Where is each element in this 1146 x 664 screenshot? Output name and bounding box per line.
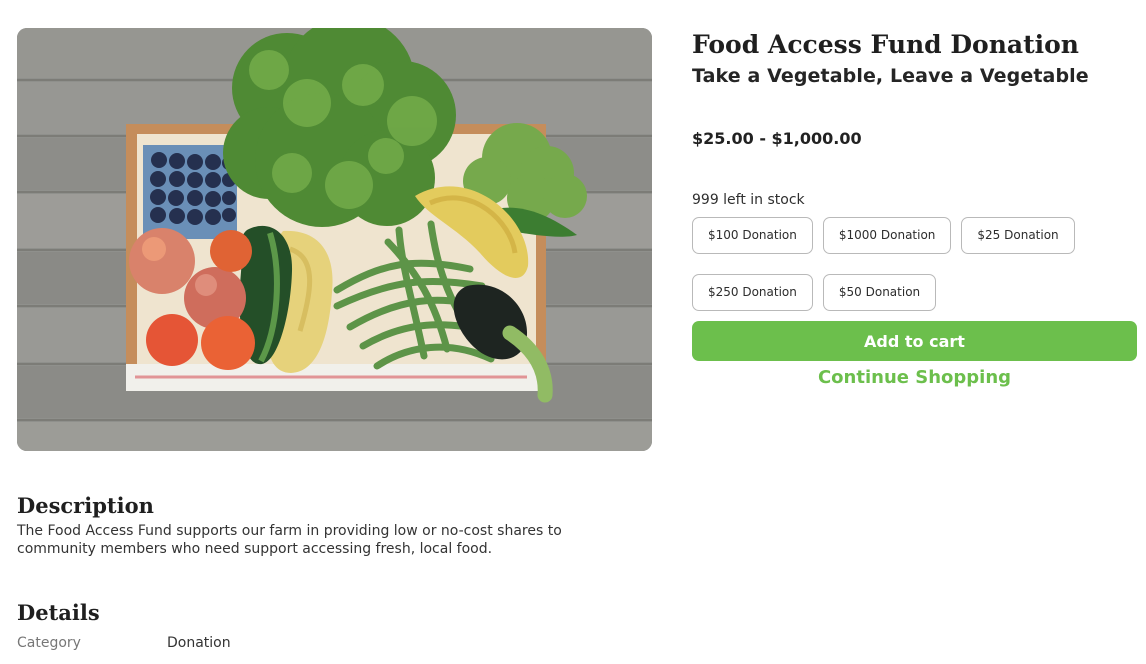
product-details-panel: Food Access Fund Donation Take a Vegetab… (692, 28, 1137, 389)
description-text: The Food Access Fund supports our farm i… (17, 523, 562, 557)
product-page: — — (0, 0, 1146, 664)
product-price-range: $25.00 - $1,000.00 (692, 129, 862, 148)
description-heading: Description (17, 493, 154, 518)
stock-status: 999 left in stock (692, 192, 805, 208)
category-value: Donation (167, 635, 231, 651)
product-subtitle: Take a Vegetable, Leave a Vegetable (692, 65, 1089, 87)
cropped-top-text-fragment: — — (14, 0, 44, 3)
details-heading: Details (17, 600, 100, 625)
add-to-cart-button[interactable]: Add to cart (692, 321, 1137, 361)
donation-option-250[interactable]: $250 Donation (692, 274, 813, 311)
vegetable-box-image (17, 28, 652, 451)
details-section: Details Category Donation (17, 599, 617, 652)
description-section: Description The Food Access Fund support… (17, 492, 617, 558)
donation-option-100[interactable]: $100 Donation (692, 217, 813, 254)
category-detail-row: Category Donation (17, 634, 617, 652)
donation-option-25[interactable]: $25 Donation (961, 217, 1075, 254)
category-label: Category (17, 635, 81, 651)
donation-options: $100 Donation $1000 Donation $25 Donatio… (692, 217, 1137, 311)
product-title: Food Access Fund Donation (692, 30, 1079, 59)
cropped-top-edge: — — (0, 0, 1146, 4)
continue-shopping-link[interactable]: Continue Shopping (692, 367, 1137, 389)
product-image (17, 28, 652, 451)
donation-option-50[interactable]: $50 Donation (822, 274, 937, 311)
donation-option-1000[interactable]: $1000 Donation (822, 217, 952, 254)
